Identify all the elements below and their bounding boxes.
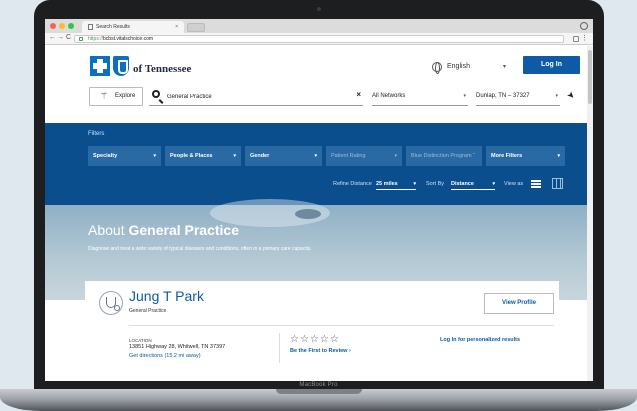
location-address: 13851 Highway 28, Whitwell, TN 37397 — [129, 344, 226, 350]
current-location-icon[interactable]: ➤ — [564, 89, 577, 102]
provider-card: Jung T Park General Practice View Profil… — [85, 281, 559, 381]
hero-background — [295, 209, 321, 219]
filters-title: Filters — [88, 131, 105, 137]
extension-icon[interactable] — [573, 36, 579, 42]
chevron-down-icon: ▾ — [153, 153, 156, 159]
tab-title: Search Results — [96, 24, 130, 30]
new-tab-button[interactable] — [187, 23, 205, 32]
sort-by-label: Sort By — [426, 181, 445, 187]
hero-title: About General Practice — [88, 222, 239, 238]
view-profile-button[interactable]: View Profile — [484, 293, 554, 314]
browser-tab[interactable]: Search Results × — [82, 21, 184, 33]
first-review-link[interactable]: Be the First to Review › — [290, 348, 351, 354]
url-protocol: https:// — [88, 36, 104, 42]
location-label: LOCATION — [129, 338, 152, 343]
list-view-icon[interactable] — [531, 180, 541, 188]
chevron-down-icon: ▾ — [394, 153, 397, 159]
login-button[interactable]: Log In — [523, 56, 580, 74]
map-view-icon[interactable] — [552, 178, 563, 189]
filter-label: More Filters — [491, 153, 523, 159]
explore-button[interactable]: ⚚ Explore — [89, 87, 143, 106]
location-value: Dunlap, TN – 37327 — [476, 93, 530, 99]
logo-text: of Tennessee — [133, 63, 192, 75]
filter-specialty[interactable]: Specialty ▾ — [88, 146, 161, 166]
blue-cross-icon — [90, 56, 110, 76]
laptop-notch — [276, 389, 362, 394]
filter-people-places[interactable]: People & Places ▾ — [165, 146, 241, 166]
browser-menu-icon[interactable]: ⋮ — [581, 34, 588, 42]
browser-navbar: ← → C https://bcbst.vitalschoice.com ⋮ — [45, 33, 593, 45]
hero-title-prefix: About — [88, 222, 129, 238]
filter-patient-rating[interactable]: Patient Rating ▾ — [326, 146, 402, 166]
personalized-login-link[interactable]: Log In for personalized results — [440, 337, 520, 343]
url-host: bcbst.vitalschoice.com — [103, 36, 154, 42]
magic-wand-icon: ⚚ — [100, 91, 109, 101]
web-page: of Tennessee English ▾ Log In ⚚ Explore … — [45, 46, 593, 381]
camera-icon — [317, 7, 321, 11]
provider-specialty: General Practice — [129, 308, 167, 314]
sort-by-value: Distance — [451, 181, 474, 187]
chevron-down-icon: ▾ — [555, 93, 558, 99]
filter-label: Gender — [250, 153, 270, 159]
refine-distance-label: Refine Distance — [333, 181, 372, 187]
blue-shield-icon — [113, 56, 129, 76]
chevron-down-icon: ▾ — [492, 181, 495, 187]
refine-distance-value: 25 miles — [376, 181, 398, 187]
profile-icon[interactable] — [580, 22, 588, 30]
screen: Search Results × ← → C https://bcbst.vit… — [45, 19, 593, 381]
globe-icon — [432, 62, 442, 74]
filters-panel: Filters Specialty ▾ People & Places ▾ Gend… — [45, 123, 593, 205]
avatar — [99, 291, 123, 315]
tab-close-icon[interactable]: × — [175, 24, 178, 30]
divider — [129, 325, 554, 326]
filter-blue-distinction[interactable]: Blue Distinction Program ˜ — [406, 146, 482, 166]
divider — [279, 333, 280, 363]
language-select[interactable]: English — [447, 63, 470, 70]
forward-icon[interactable]: → — [57, 34, 64, 41]
chevron-down-icon: ▾ — [557, 153, 560, 159]
scrollbar-thumb[interactable] — [588, 50, 592, 104]
filter-label: Patient Rating — [331, 153, 366, 159]
chevron-down-icon: ▾ — [463, 93, 466, 99]
minimize-window-icon[interactable] — [59, 23, 65, 29]
rating-stars: ☆☆☆☆☆ — [290, 334, 340, 345]
directions-link[interactable]: Get directions (15.2 mi away) — [129, 353, 201, 359]
filter-label: People & Places — [170, 153, 213, 159]
network-value: All Networks — [372, 93, 406, 99]
address-bar[interactable]: https://bcbst.vitalschoice.com — [74, 35, 564, 43]
maximize-window-icon[interactable] — [68, 23, 74, 29]
close-window-icon[interactable] — [50, 23, 56, 29]
sort-by-select[interactable]: Distance ▾ — [451, 181, 495, 190]
chevron-down-icon: ▾ — [233, 153, 236, 159]
search-input[interactable] — [167, 91, 337, 102]
location-select[interactable]: Dunlap, TN – 37327 ▾ — [476, 87, 560, 106]
laptop-frame: Search Results × ← → C https://bcbst.vit… — [34, 0, 604, 392]
lock-icon — [79, 37, 83, 41]
network-select[interactable]: All Networks ▾ — [372, 87, 468, 106]
view-as-label: View as — [504, 181, 524, 187]
provider-name[interactable]: Jung T Park — [129, 288, 204, 304]
hero-title-bold: General Practice — [128, 222, 239, 238]
chevron-down-icon: ▾ — [314, 153, 317, 159]
filter-label: Blue Distinction Program ˜ — [411, 153, 475, 159]
reload-icon[interactable]: C — [66, 34, 71, 41]
filter-gender[interactable]: Gender ▾ — [245, 146, 322, 166]
filter-more-filters[interactable]: More Filters ▾ — [486, 146, 565, 166]
clear-search-icon[interactable]: × — [356, 90, 361, 99]
refine-distance-select[interactable]: 25 miles ▾ — [376, 181, 416, 190]
explore-label: Explore — [115, 93, 136, 99]
document-icon — [88, 24, 93, 30]
hero-description: Diagnose and treat a wide variety of typ… — [88, 246, 312, 252]
search-box: × — [149, 87, 363, 106]
device-label: MacBook Pro — [299, 382, 338, 388]
back-icon[interactable]: ← — [49, 34, 56, 41]
filter-label: Specialty — [93, 153, 118, 159]
search-icon — [152, 90, 160, 98]
chevron-down-icon[interactable]: ▾ — [503, 63, 506, 70]
page-scrollbar[interactable] — [587, 46, 593, 381]
stethoscope-icon — [106, 297, 120, 311]
chevron-down-icon: ▾ — [413, 181, 416, 187]
browser-tabbar: Search Results × — [45, 19, 593, 33]
